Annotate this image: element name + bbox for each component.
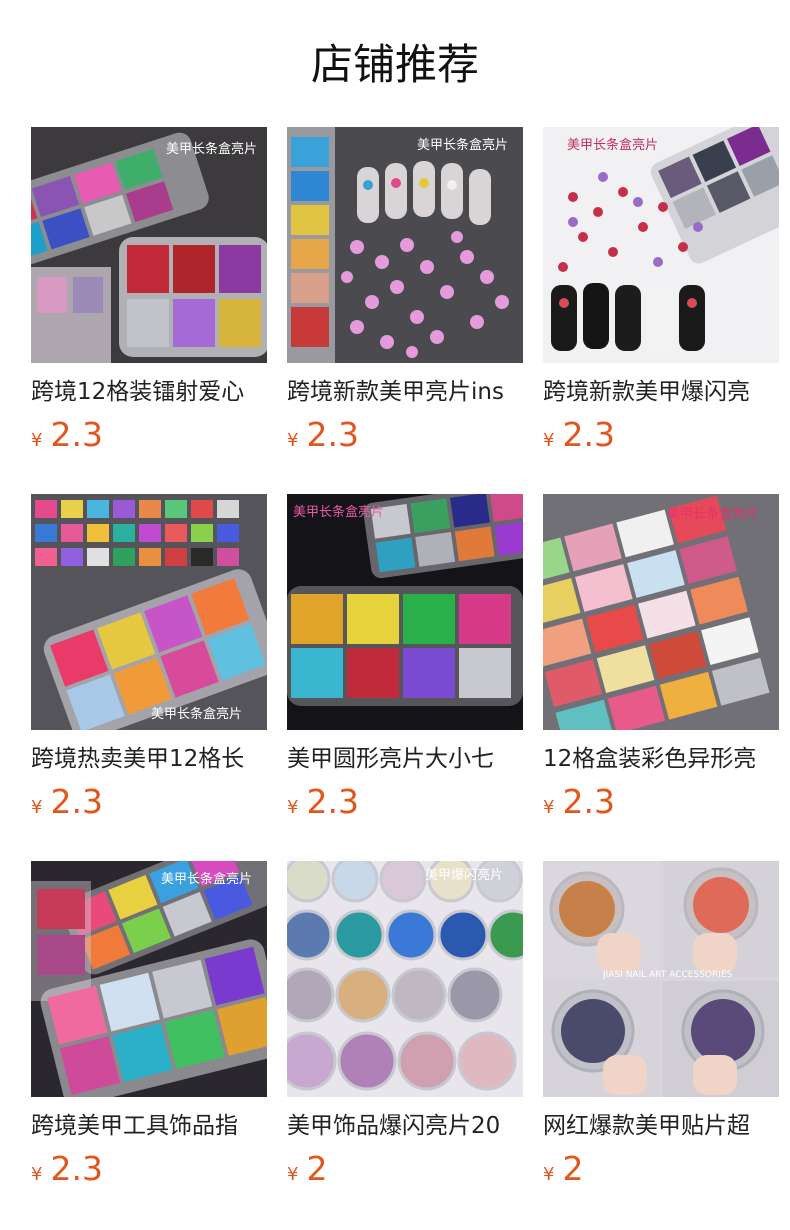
product-image[interactable]: 美甲长条盒亮片: [31, 861, 267, 1097]
product-price: ¥2.3: [31, 780, 103, 824]
price-amount: 2.3: [562, 415, 615, 454]
image-watermark: 美甲长条盒亮片: [667, 506, 758, 522]
product-card[interactable]: 美甲爆闪亮片 美甲饰品爆闪亮片20 ¥2: [287, 861, 523, 1191]
product-price: ¥2.3: [31, 1147, 103, 1191]
price-amount: 2.3: [50, 782, 103, 821]
product-image[interactable]: 美甲长条盒亮片: [543, 494, 779, 730]
product-image[interactable]: 美甲长条盒亮片: [543, 127, 779, 363]
product-price: ¥2: [287, 1147, 327, 1191]
product-price: ¥2.3: [543, 413, 615, 457]
image-watermark: 美甲长条盒亮片: [151, 706, 242, 722]
price-amount: 2.3: [50, 415, 103, 454]
image-watermark: JIASI NAIL ART ACCESSORIES: [602, 970, 733, 980]
product-card[interactable]: 美甲长条盒亮片 12格盒装彩色异形亮 ¥2.3: [543, 494, 779, 824]
currency-symbol: ¥: [287, 1164, 299, 1185]
currency-symbol: ¥: [31, 1164, 43, 1185]
currency-symbol: ¥: [287, 430, 299, 451]
product-card[interactable]: 美甲长条盒亮片 跨境12格装镭射爱心 ¥2.3: [31, 127, 267, 457]
product-image[interactable]: 美甲爆闪亮片: [287, 861, 523, 1097]
price-amount: 2.3: [306, 782, 359, 821]
product-name[interactable]: 网红爆款美甲贴片超: [543, 1109, 779, 1143]
currency-symbol: ¥: [31, 797, 43, 818]
image-watermark: 美甲长条盒亮片: [417, 137, 508, 153]
currency-symbol: ¥: [543, 1164, 555, 1185]
product-card[interactable]: 美甲长条盒亮片 跨境美甲工具饰品指 ¥2.3: [31, 861, 267, 1191]
product-name[interactable]: 美甲圆形亮片大小七: [287, 742, 523, 776]
product-name[interactable]: 跨境新款美甲爆闪亮: [543, 375, 779, 409]
product-name[interactable]: 跨境美甲工具饰品指: [31, 1109, 267, 1143]
price-amount: 2.3: [306, 415, 359, 454]
image-watermark: 美甲长条盒亮片: [161, 871, 252, 887]
image-watermark: 美甲长条盒亮片: [567, 137, 658, 153]
product-card[interactable]: JIASI NAIL ART ACCESSORIES 网红爆款美甲贴片超 ¥2: [543, 861, 779, 1191]
product-price: ¥2.3: [31, 413, 103, 457]
image-watermark: 美甲爆闪亮片: [425, 867, 503, 883]
product-card[interactable]: 美甲长条盒亮片 跨境新款美甲爆闪亮 ¥2.3: [543, 127, 779, 457]
product-price: ¥2.3: [287, 413, 359, 457]
product-image[interactable]: 美甲长条盒亮片: [287, 127, 523, 363]
product-card[interactable]: 美甲长条盒亮片 跨境新款美甲亮片ins ¥2.3: [287, 127, 523, 457]
product-card[interactable]: 美甲长条盒亮片 美甲圆形亮片大小七 ¥2.3: [287, 494, 523, 824]
currency-symbol: ¥: [31, 430, 43, 451]
currency-symbol: ¥: [287, 797, 299, 818]
price-amount: 2: [306, 1149, 328, 1188]
currency-symbol: ¥: [543, 430, 555, 451]
product-name[interactable]: 12格盒装彩色异形亮: [543, 742, 779, 776]
product-name[interactable]: 美甲饰品爆闪亮片20: [287, 1109, 523, 1143]
product-image[interactable]: 美甲长条盒亮片: [31, 127, 267, 363]
product-name[interactable]: 跨境新款美甲亮片ins: [287, 375, 523, 409]
currency-symbol: ¥: [543, 797, 555, 818]
image-watermark: 美甲长条盒亮片: [293, 504, 384, 520]
product-price: ¥2: [543, 1147, 583, 1191]
price-amount: 2.3: [562, 782, 615, 821]
product-name[interactable]: 跨境12格装镭射爱心: [31, 375, 267, 409]
product-name[interactable]: 跨境热卖美甲12格长: [31, 742, 267, 776]
product-image[interactable]: 美甲长条盒亮片: [31, 494, 267, 730]
price-amount: 2: [562, 1149, 584, 1188]
price-amount: 2.3: [50, 1149, 103, 1188]
product-image[interactable]: 美甲长条盒亮片: [287, 494, 523, 730]
page-title: 店铺推荐: [310, 40, 479, 89]
product-price: ¥2.3: [287, 780, 359, 824]
product-price: ¥2.3: [543, 780, 615, 824]
image-watermark: 美甲长条盒亮片: [166, 141, 257, 157]
product-image[interactable]: JIASI NAIL ART ACCESSORIES: [543, 861, 779, 1097]
product-card[interactable]: 美甲长条盒亮片 跨境热卖美甲12格长 ¥2.3: [31, 494, 267, 824]
